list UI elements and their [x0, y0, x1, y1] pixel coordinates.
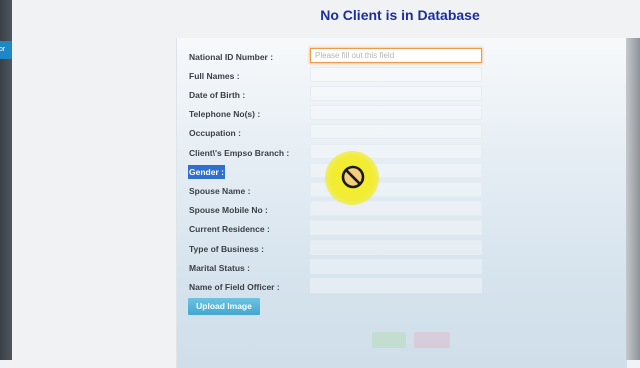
telephone-label: Telephone No(s) :: [189, 109, 261, 119]
date-of-birth-input[interactable]: [310, 86, 482, 101]
form-row-marital: Marital Status :: [188, 258, 251, 274]
national-id-text[interactable]: [315, 49, 481, 62]
form-row-full-names: Full Names :: [188, 66, 241, 82]
branch-label: Client\'s Empso Branch :: [189, 148, 290, 158]
gender-label: Gender :: [188, 165, 225, 179]
marital-status-label: Marital Status :: [189, 263, 250, 273]
marital-status-select[interactable]: [310, 259, 482, 274]
full-names-input[interactable]: [310, 67, 482, 82]
full-names-label: Full Names :: [189, 71, 240, 81]
current-residence-label: Current Residence :: [189, 224, 270, 234]
page-title: No Client is in Database: [320, 7, 480, 23]
occupation-input[interactable]: [310, 124, 482, 139]
form-row-occupation: Occupation :: [188, 123, 242, 139]
type-of-business-input[interactable]: [310, 240, 482, 255]
submit-button[interactable]: [372, 332, 406, 348]
spouse-mobile-label: Spouse Mobile No :: [189, 205, 268, 215]
spouse-mobile-input[interactable]: [310, 201, 482, 216]
field-officer-input[interactable]: [310, 278, 482, 293]
form-row-field-officer: Name of Field Officer :: [188, 277, 281, 293]
field-officer-label: Name of Field Officer :: [189, 282, 280, 292]
upload-image-button[interactable]: Upload Image: [188, 298, 260, 315]
occupation-label: Occupation :: [189, 128, 241, 138]
form-row-business: Type of Business :: [188, 239, 265, 255]
date-of-birth-label: Date of Birth :: [189, 90, 246, 100]
scrollbar[interactable]: [626, 38, 640, 360]
form-row-branch: Client\'s Empso Branch :: [188, 143, 290, 159]
not-allowed-icon: [341, 165, 365, 189]
national-id-input[interactable]: [310, 48, 482, 63]
form-row-national-id: National ID Number :: [188, 47, 274, 63]
form-row-gender: Gender :: [188, 162, 225, 179]
left-sidebar-edge: or: [0, 0, 12, 360]
spouse-name-label: Spouse Name :: [189, 186, 251, 196]
form-row-spouse-mobile: Spouse Mobile No :: [188, 200, 269, 216]
form-row-spouse-name: Spouse Name :: [188, 181, 251, 197]
current-residence-input[interactable]: [310, 220, 482, 235]
telephone-input[interactable]: [310, 105, 482, 120]
type-of-business-label: Type of Business :: [189, 244, 264, 254]
form-row-residence: Current Residence :: [188, 219, 271, 235]
national-id-label: National ID Number :: [189, 52, 274, 62]
sidebar-tab[interactable]: or: [0, 41, 12, 59]
form-row-dob: Date of Birth :: [188, 85, 246, 101]
form-row-telephone: Telephone No(s) :: [188, 104, 261, 120]
reset-button[interactable]: [414, 332, 450, 348]
